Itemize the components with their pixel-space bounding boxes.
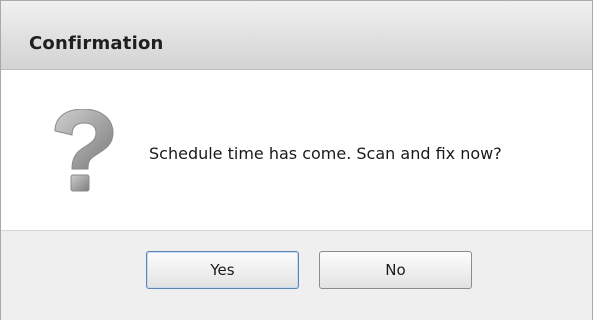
dialog-content: Schedule time has come. Scan and fix now… xyxy=(1,70,592,230)
dialog-title: Confirmation xyxy=(29,33,164,54)
no-button[interactable]: No xyxy=(319,251,472,289)
yes-button[interactable]: Yes xyxy=(146,251,299,289)
confirmation-dialog: Confirmation Schedule time has come. Sca… xyxy=(0,0,593,320)
title-bar[interactable]: Confirmation xyxy=(1,1,592,70)
question-mark-icon xyxy=(47,108,119,193)
button-bar: Yes No xyxy=(1,230,592,320)
dialog-message: Schedule time has come. Scan and fix now… xyxy=(149,144,502,163)
